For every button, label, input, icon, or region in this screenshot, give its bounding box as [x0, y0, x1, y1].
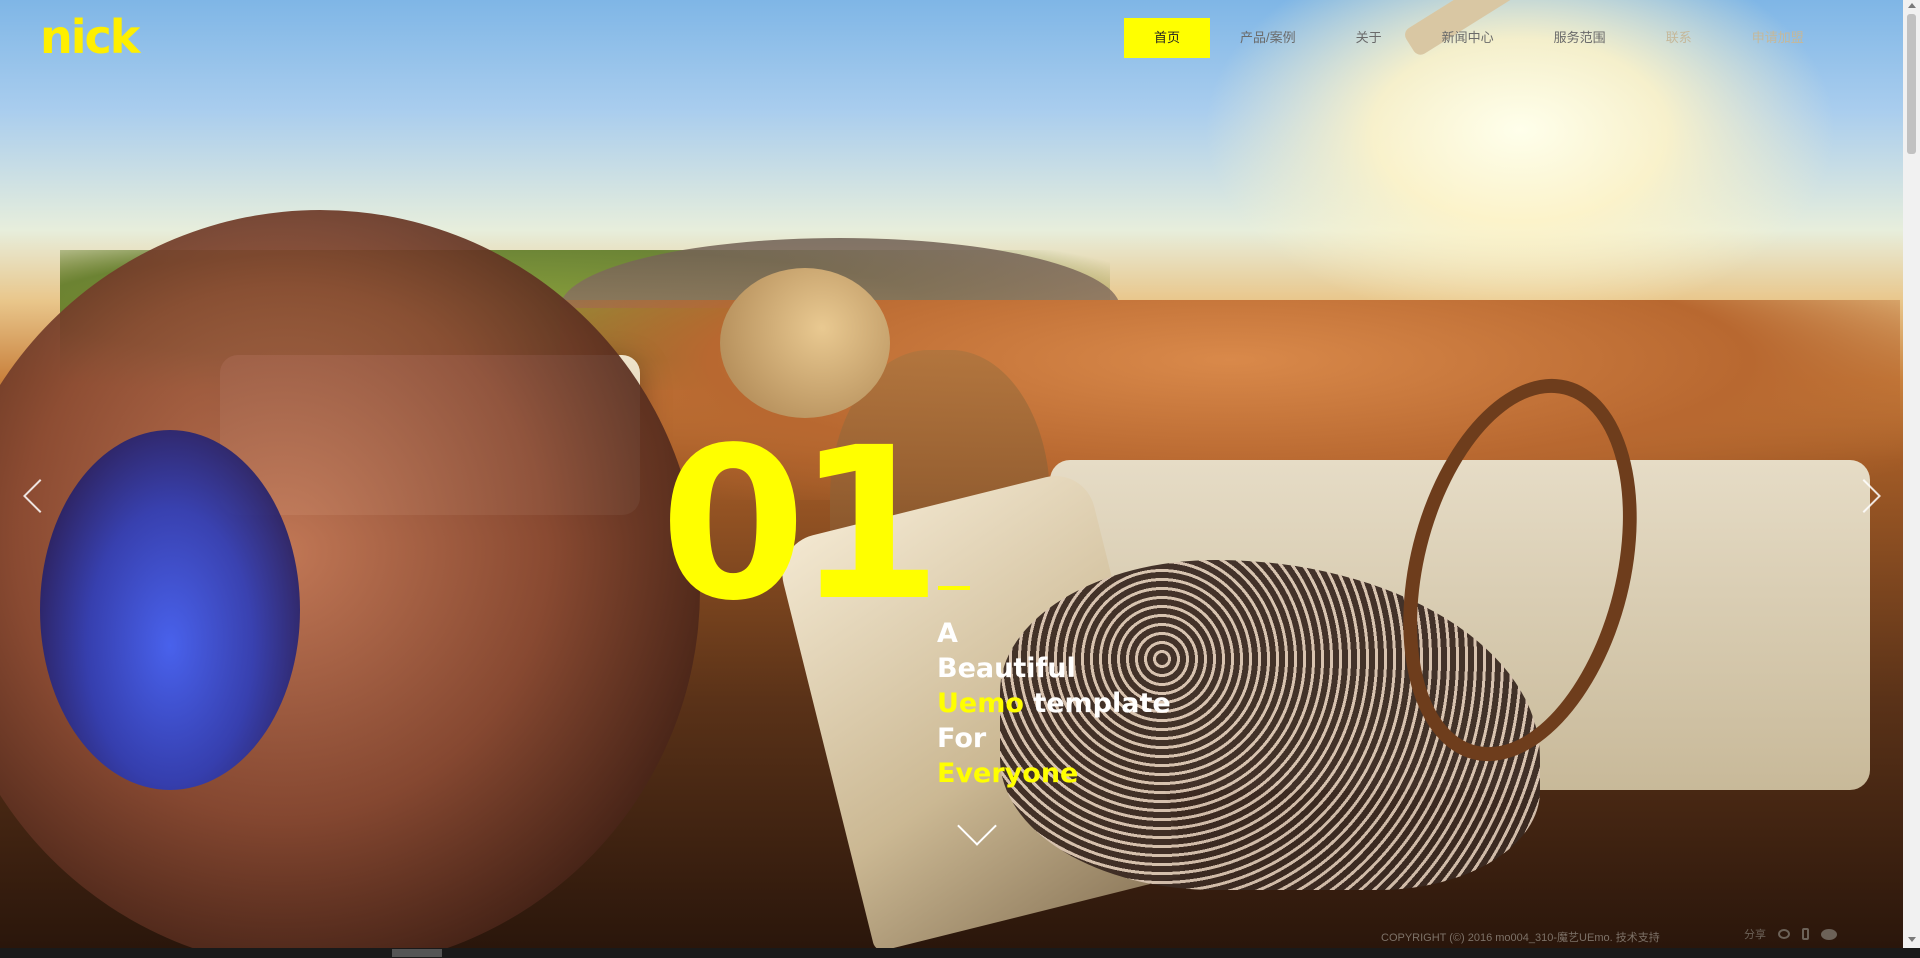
vertical-scrollbar[interactable] — [1903, 0, 1920, 948]
tagline-line-4: For — [937, 723, 987, 754]
horizontal-scrollbar[interactable] — [0, 948, 1920, 958]
nav-item-home[interactable]: 首页 — [1124, 18, 1211, 58]
chat-icon[interactable] — [1821, 928, 1837, 940]
copyright-text: COPYRIGHT (©) 2016 mo004_310-魔艺UEmo. 技术支… — [1381, 932, 1660, 944]
share-bar: 分享 — [1744, 926, 1837, 942]
weibo-icon[interactable] — [1778, 929, 1790, 939]
nav-item-services[interactable]: 服务范围 — [1524, 18, 1636, 58]
horizontal-scrollbar-thumb[interactable] — [392, 949, 442, 957]
hero-blurred-sunglasses — [40, 430, 300, 790]
scroll-down-arrow-icon[interactable] — [1908, 937, 1916, 942]
share-label: 分享 — [1744, 929, 1766, 941]
nav-item-products[interactable]: 产品/案例 — [1210, 18, 1326, 58]
nav-item-franchise[interactable]: 申请加盟 — [1722, 18, 1834, 58]
slide-accent-dash — [938, 586, 970, 590]
tagline-line-3: Uemo template — [937, 686, 1171, 721]
tagline-line-5: Everyone — [937, 758, 1079, 789]
site-logo[interactable]: nick — [40, 14, 140, 60]
scrollbar-thumb[interactable] — [1907, 14, 1916, 154]
tagline-template-text: template — [1023, 688, 1171, 719]
nav-item-contact[interactable]: 联系 — [1636, 18, 1722, 58]
main-nav: 首页 产品/案例 关于 新闻中心 服务范围 联系 申请加盟 — [1124, 18, 1834, 58]
tagline-line-2: Beautiful — [937, 653, 1076, 684]
slide-number: 01 — [660, 402, 942, 647]
tagline-line-1: A — [937, 618, 958, 649]
phone-icon[interactable] — [1802, 928, 1809, 940]
hero-background-image — [0, 0, 1903, 948]
slide-tagline: A Beautiful Uemo template For Everyone — [937, 616, 1171, 791]
nav-item-news[interactable]: 新闻中心 — [1412, 18, 1524, 58]
tagline-highlight-uemo: Uemo — [937, 688, 1024, 719]
scroll-up-arrow-icon[interactable] — [1908, 3, 1916, 8]
nav-item-about[interactable]: 关于 — [1326, 18, 1412, 58]
hero-woman-hat — [720, 268, 890, 418]
page-viewport: nick 首页 产品/案例 关于 新闻中心 服务范围 联系 申请加盟 01 A … — [0, 0, 1903, 948]
